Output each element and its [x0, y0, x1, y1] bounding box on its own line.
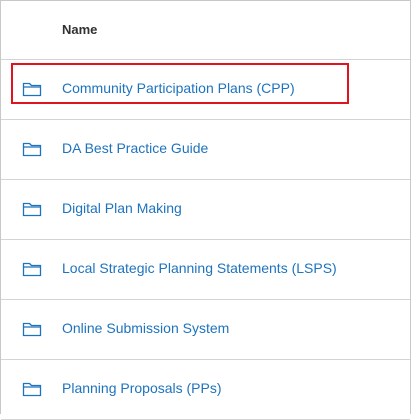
list-header: Name — [1, 1, 410, 60]
folder-row-planning-proposals[interactable]: Planning Proposals (PPs) — [1, 360, 410, 420]
folder-link[interactable]: Planning Proposals (PPs) — [62, 380, 222, 396]
folder-icon — [22, 382, 42, 397]
folder-row-online-submission-system[interactable]: Online Submission System — [1, 300, 410, 360]
folder-icon — [22, 82, 42, 97]
folder-icon — [22, 322, 42, 337]
folder-icon — [22, 142, 42, 157]
folder-link[interactable]: Digital Plan Making — [62, 200, 182, 216]
folder-icon — [22, 262, 42, 277]
folder-row-local-strategic-planning-statements[interactable]: Local Strategic Planning Statements (LSP… — [1, 240, 410, 300]
document-library: Name Community Participation Plans (CPP)… — [0, 0, 411, 420]
folder-row-community-participation-plans[interactable]: Community Participation Plans (CPP) — [1, 60, 410, 120]
folder-row-digital-plan-making[interactable]: Digital Plan Making — [1, 180, 410, 240]
folder-row-da-best-practice-guide[interactable]: DA Best Practice Guide — [1, 120, 410, 180]
folder-link[interactable]: Community Participation Plans (CPP) — [62, 80, 295, 96]
folder-icon — [22, 202, 42, 217]
folder-link[interactable]: Local Strategic Planning Statements (LSP… — [62, 260, 337, 276]
folder-link[interactable]: Online Submission System — [62, 320, 229, 336]
folder-link[interactable]: DA Best Practice Guide — [62, 140, 208, 156]
name-column-header[interactable]: Name — [62, 22, 97, 37]
